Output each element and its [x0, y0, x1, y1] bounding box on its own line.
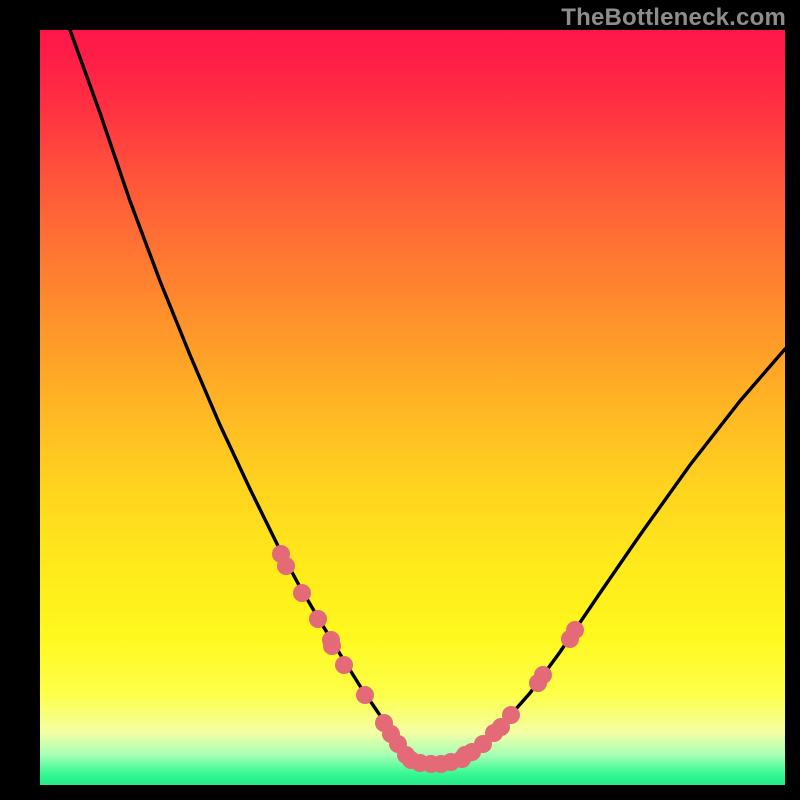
curve-marker: [323, 637, 341, 655]
curve-marker: [309, 610, 327, 628]
watermark-text: TheBottleneck.com: [561, 4, 786, 32]
curve-marker: [566, 621, 584, 639]
curve-marker: [502, 706, 520, 724]
curve-marker: [335, 656, 353, 674]
bottleneck-curve: [40, 30, 785, 785]
curve-marker: [356, 686, 374, 704]
marker-group: [272, 545, 584, 773]
chart-frame: TheBottleneck.com: [0, 0, 800, 800]
curve-marker: [277, 557, 295, 575]
curve-marker: [534, 666, 552, 684]
curve-marker: [293, 584, 311, 602]
curve-path: [70, 30, 785, 763]
plot-area: [40, 30, 785, 785]
